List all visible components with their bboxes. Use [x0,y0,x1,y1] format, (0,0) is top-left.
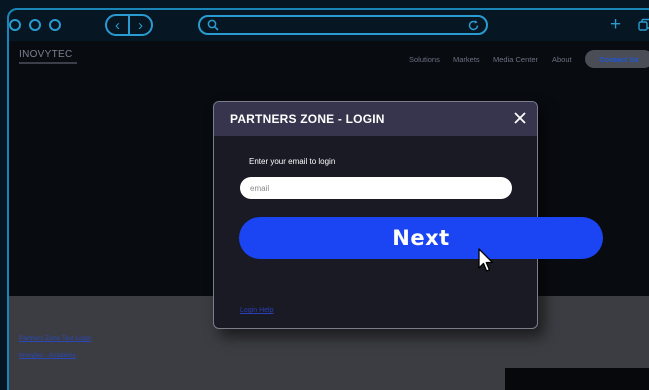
window-minimize-dot-icon[interactable] [29,19,41,31]
nav-media-center[interactable]: Media Center [493,55,538,64]
nav-about[interactable]: About [552,55,572,64]
search-icon [207,19,219,31]
browser-toolbar: ‹ › + [9,10,649,40]
next-button[interactable]: Next [239,217,603,259]
logo-underline [19,62,77,64]
nav-solutions[interactable]: Solutions [409,55,440,64]
modal-title: PARTNERS ZONE - LOGIN [230,112,385,126]
window-zoom-dot-icon[interactable] [49,19,61,31]
footer-link-partners-zone[interactable]: Partners Zone Test Login [19,335,92,342]
history-nav: ‹ › [105,14,153,36]
footer-link-academy[interactable]: Inovytec - Academy [19,352,76,359]
forward-arrow-icon[interactable]: › [130,16,151,34]
window-close-dot-icon[interactable] [9,19,21,31]
login-help-link[interactable]: Login Help [240,307,273,314]
modal-header: PARTNERS ZONE - LOGIN [214,102,537,136]
browser-window: ‹ › + INOVYTEC Solutions Markets Media C… [0,0,649,390]
footer-dark-block [505,368,649,390]
login-modal: PARTNERS ZONE - LOGIN Enter your email t… [213,101,538,329]
nav-markets[interactable]: Markets [453,55,480,64]
address-bar[interactable] [198,15,488,35]
contact-us-button[interactable]: Contact Us [585,50,649,68]
close-icon[interactable] [513,111,527,125]
email-prompt: Enter your email to login [249,157,336,166]
plus-icon[interactable]: + [610,15,621,34]
back-arrow-icon[interactable]: ‹ [107,16,128,34]
tabs-icon[interactable] [638,18,649,32]
mouse-pointer-icon [478,248,494,272]
site-logo[interactable]: INOVYTEC [19,49,73,60]
reload-icon[interactable] [467,19,480,32]
site-header: INOVYTEC Solutions Markets Media Center … [9,41,649,77]
email-input[interactable] [240,177,512,199]
